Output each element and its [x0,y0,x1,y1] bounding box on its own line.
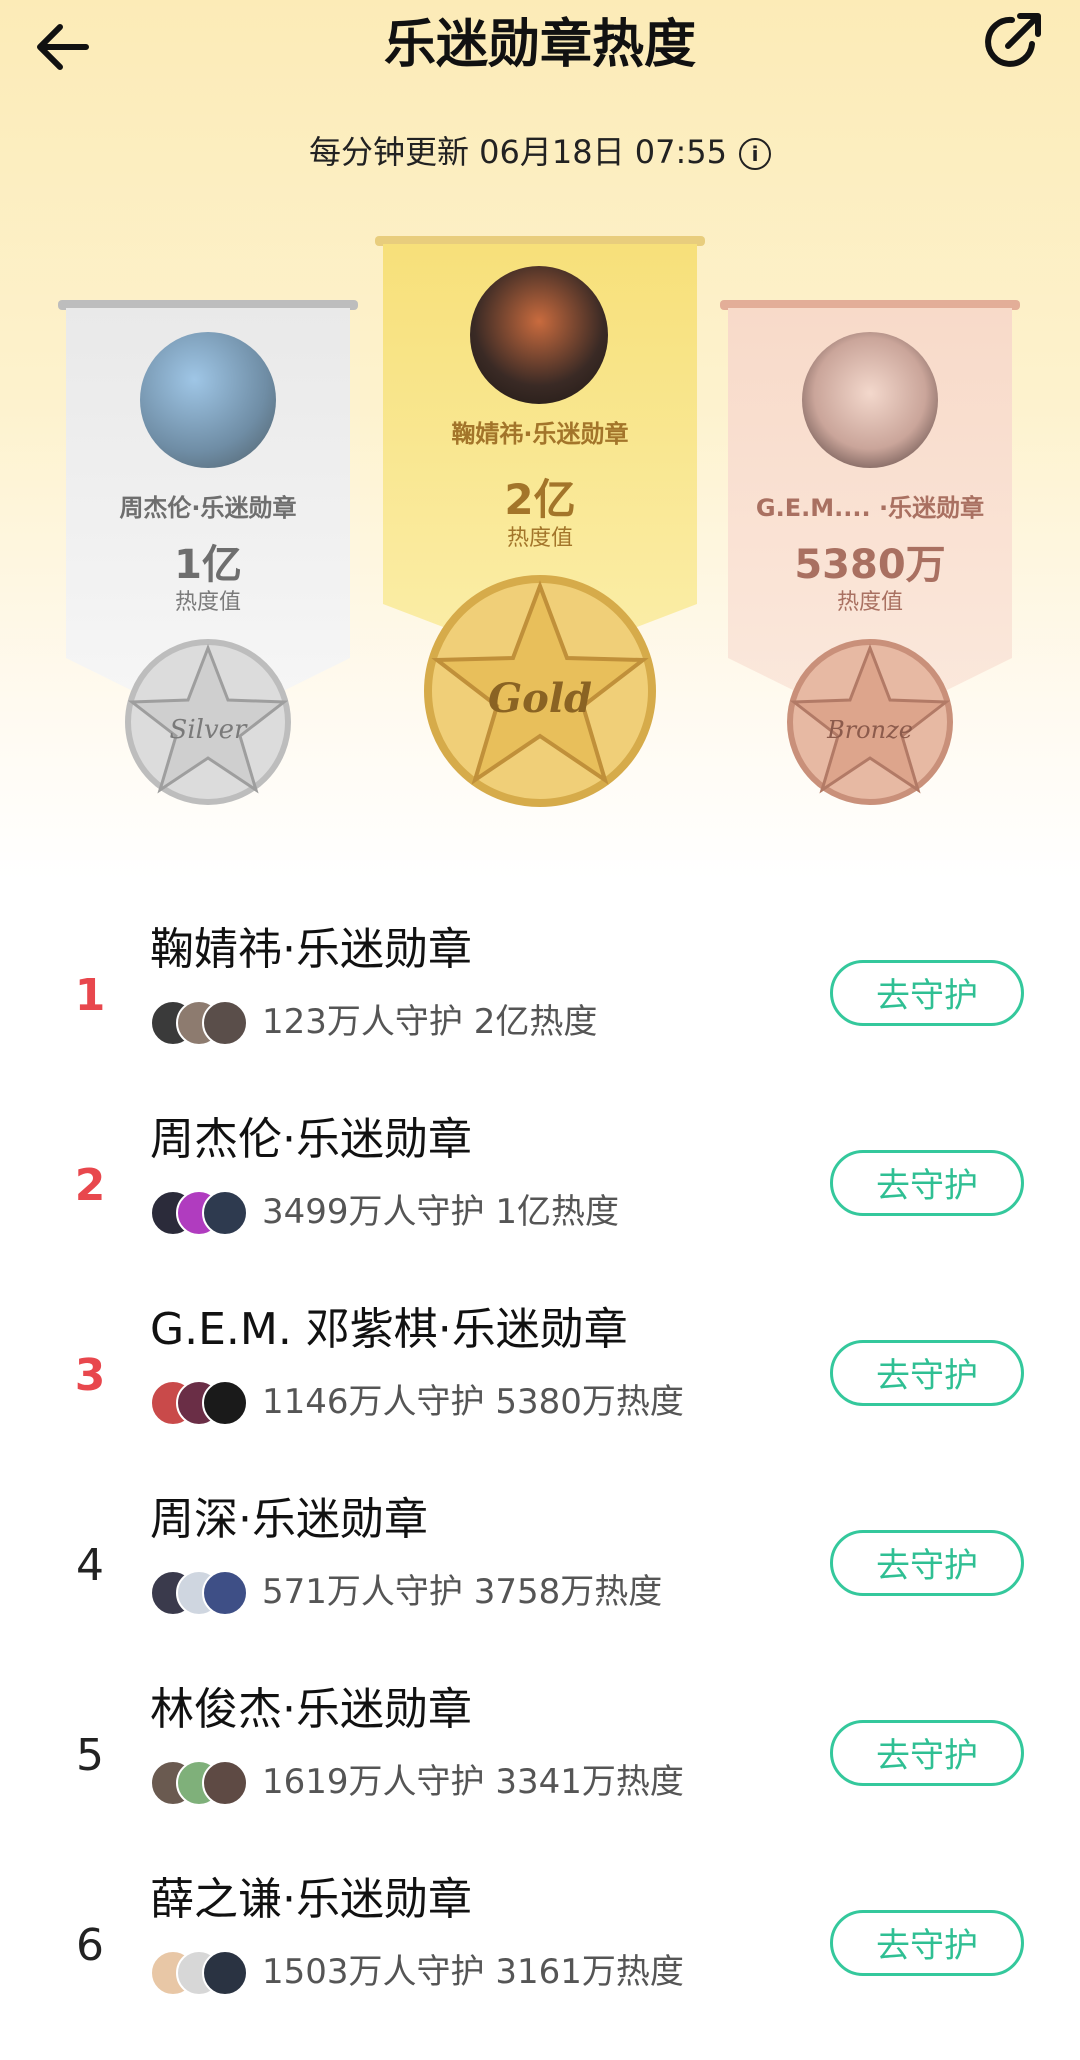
guardian-avatars [150,1570,250,1616]
guardian-avatars [150,1190,250,1236]
avatar [140,332,276,468]
guardian-avatars [150,1380,250,1426]
share-icon [985,13,1041,67]
guardian-avatars [150,1760,250,1806]
guard-button[interactable]: 去守护 [830,1530,1024,1596]
list-item[interactable]: 5 林俊杰·乐迷勋章 1619万人守护 3341万热度 去守护 [0,1680,1080,1870]
podium-bronze[interactable]: G.E.M.... ·乐迷勋章 5380万 热度值 Bronze [720,300,1020,820]
item-meta: 1619万人守护 3341万热度 [262,1762,684,1802]
item-meta: 1503万人守护 3161万热度 [262,1952,684,1992]
avatar [202,1380,248,1426]
guard-button[interactable]: 去守护 [830,960,1024,1026]
item-meta: 123万人守护 2亿热度 [262,1002,598,1042]
update-info: 每分钟更新 06月18日 07:55 i [0,128,1080,176]
page-title: 乐迷勋章热度 [383,15,696,75]
header: 乐迷勋章热度 [0,0,1080,90]
item-meta: 3499万人守护 1亿热度 [262,1192,619,1232]
item-name: 薛之谦·乐迷勋章 [150,1874,472,1925]
info-icon[interactable]: i [739,138,771,170]
podium-name: G.E.M.... ·乐迷勋章 [755,494,985,522]
gold-medal: Gold [415,566,665,816]
podium-value: 1亿 [174,542,242,588]
bronze-medal: Bronze [778,630,962,810]
podium-name: 周杰伦·乐迷勋章 [119,494,297,522]
share-button[interactable] [980,6,1050,76]
medal-label: Bronze [826,716,913,744]
list-item[interactable]: 4 周深·乐迷勋章 571万人守护 3758万热度 去守护 [0,1490,1080,1680]
item-name: 周杰伦·乐迷勋章 [150,1114,472,1165]
item-name: 林俊杰·乐迷勋章 [150,1684,472,1735]
guardian-avatars [150,1000,250,1046]
podium-unit: 热度值 [836,590,903,615]
guard-button[interactable]: 去守护 [830,1150,1024,1216]
guard-button[interactable]: 去守护 [830,1720,1024,1786]
rank-number: 2 [74,1160,106,1211]
rank-number: 3 [74,1350,106,1401]
item-name: G.E.M. 邓紫棋·乐迷勋章 [150,1304,628,1355]
item-meta: 1146万人守护 5380万热度 [262,1382,684,1422]
avatar [202,1950,248,1996]
avatar [470,266,608,404]
item-name: 鞠婧祎·乐迷勋章 [150,924,472,975]
item-meta: 571万人守护 3758万热度 [262,1572,663,1612]
rank-number: 6 [76,1920,104,1971]
rank-number: 1 [74,970,106,1021]
medal-label: Gold [488,675,592,722]
podium-unit: 热度值 [174,590,241,615]
avatar [802,332,938,468]
podium-value: 5380万 [794,542,946,588]
medal-label: Silver [170,715,249,745]
avatar [202,1190,248,1236]
list-item[interactable]: 2 周杰伦·乐迷勋章 3499万人守护 1亿热度 去守护 [0,1110,1080,1300]
item-name: 周深·乐迷勋章 [150,1494,428,1545]
guard-button[interactable]: 去守护 [830,1910,1024,1976]
podium-unit: 热度值 [506,526,573,551]
podium-name: 鞠婧祎·乐迷勋章 [451,420,629,448]
silver-medal: Silver [116,630,300,810]
list-item[interactable]: 3 G.E.M. 邓紫棋·乐迷勋章 1146万人守护 5380万热度 去守护 [0,1300,1080,1490]
avatar [202,1760,248,1806]
avatar [202,1000,248,1046]
list-item[interactable]: 1 鞠婧祎·乐迷勋章 123万人守护 2亿热度 去守护 [0,920,1080,1110]
guard-button[interactable]: 去守护 [830,1340,1024,1406]
avatar [202,1570,248,1616]
podium-silver[interactable]: 周杰伦·乐迷勋章 1亿 热度值 Silver [58,300,358,820]
update-text: 每分钟更新 06月18日 07:55 [308,133,727,171]
list-item[interactable]: 6 薛之谦·乐迷勋章 1503万人守护 3161万热度 去守护 [0,1870,1080,2060]
guardian-avatars [150,1950,250,1996]
podium-value: 2亿 [504,475,576,524]
podium-gold[interactable]: 鞠婧祎·乐迷勋章 2亿 热度值 Gold [375,236,705,832]
rank-number: 5 [76,1730,104,1781]
rank-number: 4 [76,1540,104,1591]
